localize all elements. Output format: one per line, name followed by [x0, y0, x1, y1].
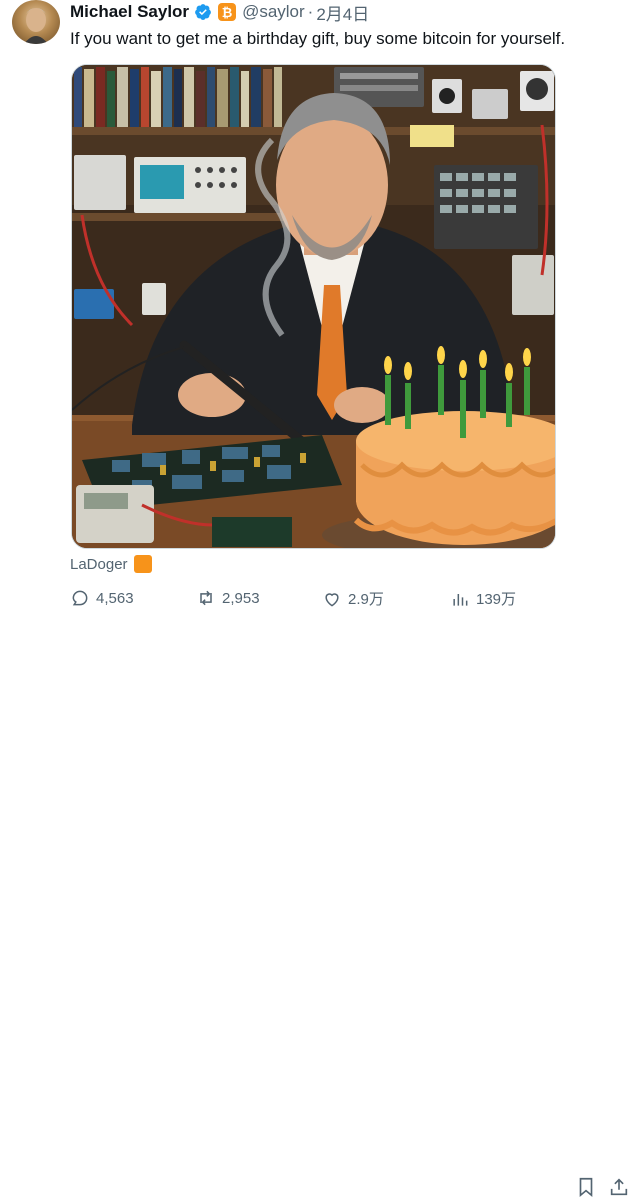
tweet-header: Michael Saylor ₿ @saylor · 2月4日: [70, 0, 369, 25]
author-name[interactable]: Michael Saylor: [70, 2, 189, 22]
author-handle[interactable]: @saylor: [242, 2, 305, 22]
views-chart-icon: [453, 593, 468, 606]
bitcoin-badge-icon: ₿: [218, 3, 237, 21]
credit-name[interactable]: LaDoger: [70, 556, 128, 573]
retweet-icon: [200, 590, 212, 606]
tweet-image[interactable]: [71, 64, 556, 549]
reply-count: 4,563: [96, 589, 134, 607]
avatar[interactable]: [12, 0, 60, 44]
share-icon[interactable]: [608, 1176, 630, 1198]
bookmark-icon[interactable]: [575, 1176, 597, 1198]
heart-icon: [325, 592, 339, 607]
media-credit[interactable]: LaDoger: [70, 554, 152, 574]
reply-icon: [72, 590, 88, 606]
verified-badge-icon: [195, 4, 211, 20]
tweet-text: If you want to get me a birthday gift, b…: [70, 29, 566, 48]
separator-dot: ·: [307, 2, 314, 21]
action-bar: 4,563 2,953 2.9万 139万: [0, 588, 640, 1198]
reply-button[interactable]: 4,563: [70, 588, 134, 608]
credit-badge-icon: [133, 555, 152, 573]
like-count: 2.9万: [348, 591, 384, 608]
like-button[interactable]: 2.9万: [322, 588, 384, 609]
post-date[interactable]: 2月4日: [316, 0, 369, 25]
retweet-count: 2,953: [222, 589, 260, 607]
views-count: 139万: [476, 591, 517, 608]
views-button[interactable]: 139万: [450, 588, 516, 609]
retweet-button[interactable]: 2,953: [196, 588, 260, 608]
